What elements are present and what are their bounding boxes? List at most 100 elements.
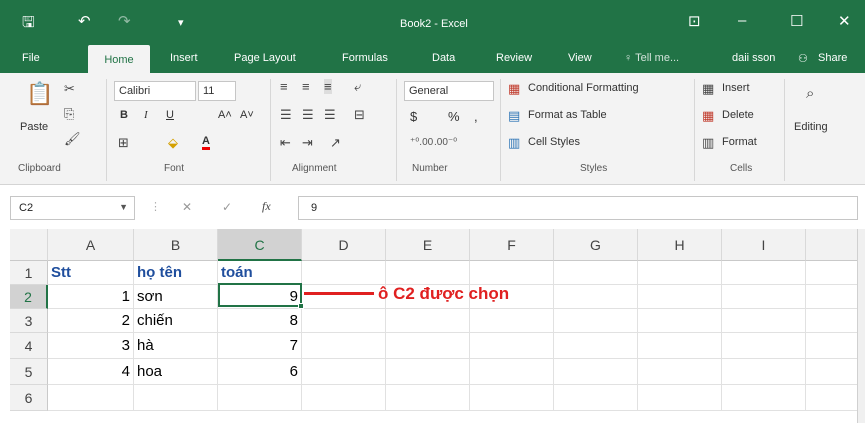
font-color-button[interactable]: A <box>202 135 210 150</box>
cancel-icon[interactable]: ✕ <box>182 200 192 214</box>
format-as-table-button[interactable]: Format as Table <box>528 109 607 121</box>
cell-a4[interactable]: 3 <box>48 333 134 359</box>
column-header-a[interactable]: A <box>48 229 134 261</box>
cell-i1[interactable] <box>722 261 806 285</box>
redo-icon[interactable]: ↷ <box>118 12 131 30</box>
cell-g6[interactable] <box>554 385 638 411</box>
cell-e4[interactable] <box>386 333 470 359</box>
cell-a2[interactable]: 1 <box>48 285 134 309</box>
search-icon[interactable]: ⌕ <box>806 85 814 102</box>
tab-insert[interactable]: Insert <box>170 52 198 64</box>
row-header-5[interactable]: 5 <box>10 359 48 385</box>
fill-handle[interactable] <box>298 303 304 309</box>
column-header-e[interactable]: E <box>386 229 470 261</box>
tab-review[interactable]: Review <box>496 52 532 64</box>
cell-f5[interactable] <box>470 359 554 385</box>
cell-h3[interactable] <box>638 309 722 333</box>
cell-c6[interactable] <box>218 385 302 411</box>
cell-i4[interactable] <box>722 333 806 359</box>
cell-i2[interactable] <box>722 285 806 309</box>
row-header-1[interactable]: 1 <box>10 261 48 285</box>
share-button[interactable]: Share <box>818 52 847 64</box>
column-header-f[interactable]: F <box>470 229 554 261</box>
underline-button[interactable]: U <box>166 109 174 121</box>
align-left-icon[interactable]: ☰ <box>280 107 292 123</box>
format-cells-button[interactable]: Format <box>722 136 757 148</box>
customize-qat-icon[interactable]: ▾ <box>178 16 184 29</box>
tab-formulas[interactable]: Formulas <box>342 52 388 64</box>
cell-b2[interactable]: sơn <box>134 285 218 309</box>
row-header-4[interactable]: 4 <box>10 333 48 359</box>
cell-i6[interactable] <box>722 385 806 411</box>
cell-d1[interactable] <box>302 261 386 285</box>
paste-icon[interactable]: 📋 <box>26 81 53 107</box>
row-header-2[interactable]: 2 <box>10 285 48 309</box>
cell-e5[interactable] <box>386 359 470 385</box>
cell-b6[interactable] <box>134 385 218 411</box>
cell-c3[interactable]: 8 <box>218 309 302 333</box>
cell-g2[interactable] <box>554 285 638 309</box>
chevron-down-icon[interactable]: ▼ <box>119 202 128 212</box>
grow-font-button[interactable]: A˄ <box>218 109 232 121</box>
percent-button[interactable]: % <box>448 109 460 124</box>
tell-me-search[interactable]: ♀ Tell me... <box>624 52 679 64</box>
name-box[interactable]: C2 ▼ <box>10 196 135 220</box>
fill-color-icon[interactable]: ⬙ <box>168 135 178 151</box>
align-right-icon[interactable]: ☰ <box>324 107 336 123</box>
italic-button[interactable]: I <box>144 109 148 121</box>
font-name-select[interactable]: Calibri <box>114 81 196 101</box>
column-header-g[interactable]: G <box>554 229 638 261</box>
cell-d2[interactable] <box>302 285 386 309</box>
conditional-formatting-button[interactable]: Conditional Formatting <box>528 82 639 94</box>
currency-button[interactable]: $ <box>410 109 417 124</box>
top-align-icon[interactable]: ≡ <box>280 79 288 94</box>
cell-b4[interactable]: hà <box>134 333 218 359</box>
tab-file[interactable]: File <box>22 52 40 64</box>
cell-f3[interactable] <box>470 309 554 333</box>
enter-icon[interactable]: ✓ <box>222 200 232 214</box>
minimize-button[interactable]: – <box>738 12 746 29</box>
cell-c1[interactable]: toán <box>218 261 302 285</box>
tab-view[interactable]: View <box>568 52 592 64</box>
wrap-text-icon[interactable]: ⤶ <box>354 79 361 95</box>
cell-a1[interactable]: Stt <box>48 261 134 285</box>
cell-a5[interactable]: 4 <box>48 359 134 385</box>
decrease-indent-icon[interactable]: ⇤ <box>280 135 291 151</box>
bold-button[interactable]: B <box>120 109 128 121</box>
column-header-i[interactable]: I <box>722 229 806 261</box>
cell-f1[interactable] <box>470 261 554 285</box>
cell-f4[interactable] <box>470 333 554 359</box>
decrease-decimal-button[interactable]: .00⁻⁰ <box>434 137 457 148</box>
comma-button[interactable]: , <box>474 109 478 124</box>
paste-button[interactable]: Paste <box>20 121 48 133</box>
cell-i5[interactable] <box>722 359 806 385</box>
cell-f6[interactable] <box>470 385 554 411</box>
copy-icon[interactable]: ⎘ <box>64 106 74 122</box>
align-center-icon[interactable]: ☰ <box>302 107 314 123</box>
tab-data[interactable]: Data <box>432 52 455 64</box>
increase-indent-icon[interactable]: ⇥ <box>302 135 313 151</box>
cell-g3[interactable] <box>554 309 638 333</box>
share-icon[interactable]: ⚇ <box>798 52 808 65</box>
select-all-corner[interactable] <box>10 229 48 261</box>
tab-home[interactable]: Home <box>88 45 150 73</box>
close-button[interactable]: ✕ <box>838 12 851 30</box>
row-header-6[interactable]: 6 <box>10 385 48 411</box>
cell-h1[interactable] <box>638 261 722 285</box>
user-name[interactable]: daii sson <box>732 52 775 64</box>
merge-center-icon[interactable]: ⊟ <box>354 107 365 123</box>
format-painter-icon[interactable]: 🖌 <box>64 131 81 147</box>
delete-cells-button[interactable]: Delete <box>722 109 754 121</box>
cell-styles-button[interactable]: Cell Styles <box>528 136 580 148</box>
formula-input[interactable]: 9 <box>298 196 858 220</box>
insert-function-icon[interactable]: fx <box>262 199 271 214</box>
column-header-c[interactable]: C <box>218 229 302 261</box>
cell-i3[interactable] <box>722 309 806 333</box>
cell-g1[interactable] <box>554 261 638 285</box>
column-header-b[interactable]: B <box>134 229 218 261</box>
cell-d6[interactable] <box>302 385 386 411</box>
vertical-scrollbar[interactable] <box>857 229 865 423</box>
cell-h4[interactable] <box>638 333 722 359</box>
cell-h5[interactable] <box>638 359 722 385</box>
column-header-d[interactable]: D <box>302 229 386 261</box>
